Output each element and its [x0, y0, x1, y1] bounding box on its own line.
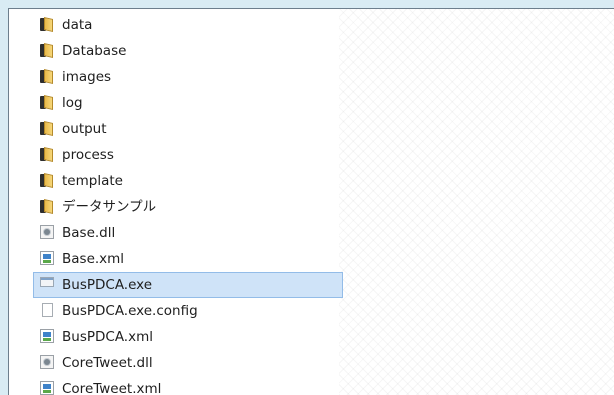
file-item-process[interactable]: process — [9, 142, 614, 168]
folder-icon — [40, 43, 54, 57]
file-name: data — [62, 17, 93, 33]
xml-file-icon — [40, 251, 54, 265]
file-name: BusPDCA.exe.config — [62, 303, 198, 319]
file-name: CoreTweet.xml — [62, 381, 162, 395]
file-name: BusPDCA.xml — [62, 329, 153, 345]
xml-file-icon — [40, 329, 54, 343]
file-item-database[interactable]: Database — [9, 38, 614, 64]
file-name: BusPDCA.exe — [62, 277, 153, 293]
folder-icon — [40, 121, 54, 135]
file-item-images[interactable]: images — [9, 64, 614, 90]
xml-file-icon — [40, 381, 54, 395]
file-item-buspdca-exe-config[interactable]: BusPDCA.exe.config — [9, 298, 614, 324]
file-name: Database — [62, 43, 127, 59]
file-name: process — [62, 147, 114, 163]
folder-icon — [40, 147, 54, 161]
file-item-data-sample[interactable]: データサンプル — [9, 194, 614, 220]
exe-file-icon — [40, 277, 54, 287]
file-name: log — [62, 95, 83, 111]
dll-file-icon — [40, 355, 54, 369]
config-file-icon — [42, 303, 53, 317]
file-item-base-dll[interactable]: Base.dll — [9, 220, 614, 246]
folder-icon — [40, 173, 54, 187]
file-list: data Database images log output process … — [9, 12, 614, 395]
file-item-coretweet-dll[interactable]: CoreTweet.dll — [9, 350, 614, 376]
file-name: データサンプル — [62, 199, 157, 215]
folder-icon — [40, 199, 54, 213]
file-name: Base.dll — [62, 225, 116, 241]
folder-icon — [40, 17, 54, 31]
file-item-data[interactable]: data — [9, 12, 614, 38]
dll-file-icon — [40, 225, 54, 239]
file-item-template[interactable]: template — [9, 168, 614, 194]
file-item-log[interactable]: log — [9, 90, 614, 116]
file-item-coretweet-xml[interactable]: CoreTweet.xml — [9, 376, 614, 395]
folder-icon — [40, 95, 54, 109]
file-item-buspdca-exe[interactable]: BusPDCA.exe — [33, 272, 343, 298]
folder-icon — [40, 69, 54, 83]
file-name: output — [62, 121, 107, 137]
file-name: template — [62, 173, 123, 189]
file-name: CoreTweet.dll — [62, 355, 153, 371]
file-name: images — [62, 69, 112, 85]
file-item-base-xml[interactable]: Base.xml — [9, 246, 614, 272]
file-item-output[interactable]: output — [9, 116, 614, 142]
file-item-buspdca-xml[interactable]: BusPDCA.xml — [9, 324, 614, 350]
file-name: Base.xml — [62, 251, 125, 267]
file-list-pane[interactable]: data Database images log output process … — [8, 8, 614, 395]
